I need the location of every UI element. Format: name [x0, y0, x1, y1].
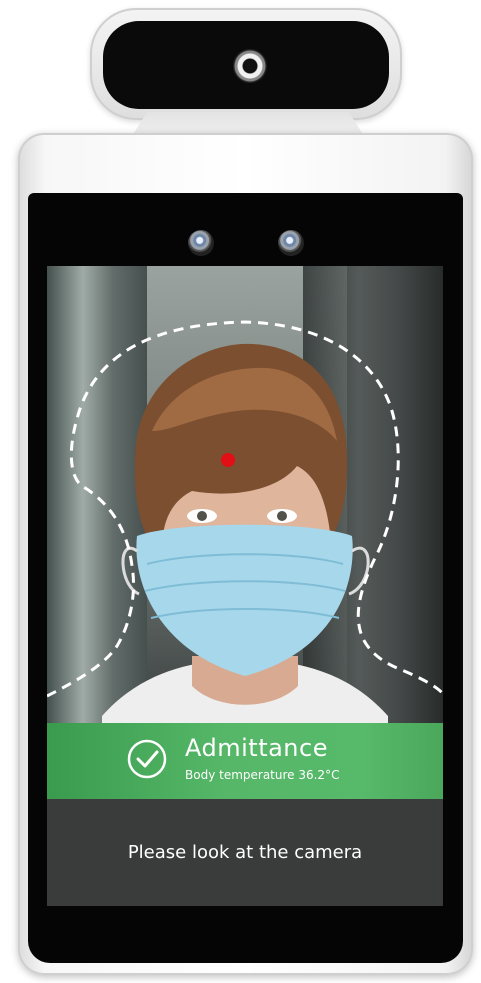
camera-module [90, 8, 402, 120]
camera-module-face [103, 21, 389, 109]
temperature-target-dot [221, 453, 235, 467]
prompt-text: Please look at the camera [127, 842, 363, 863]
result-banner: Admittance Body temperature 36.2°C [47, 723, 443, 799]
result-subtitle: Body temperature 36.2°C [185, 768, 340, 782]
infrared-sensor-icon [278, 230, 304, 256]
prompt-area: Please look at the camera [47, 799, 443, 906]
infrared-sensor-icon [188, 230, 214, 256]
camera-lens-icon [233, 49, 267, 83]
result-title: Admittance [185, 734, 328, 762]
face-guide-outline [47, 320, 443, 698]
check-circle-icon [127, 739, 167, 779]
